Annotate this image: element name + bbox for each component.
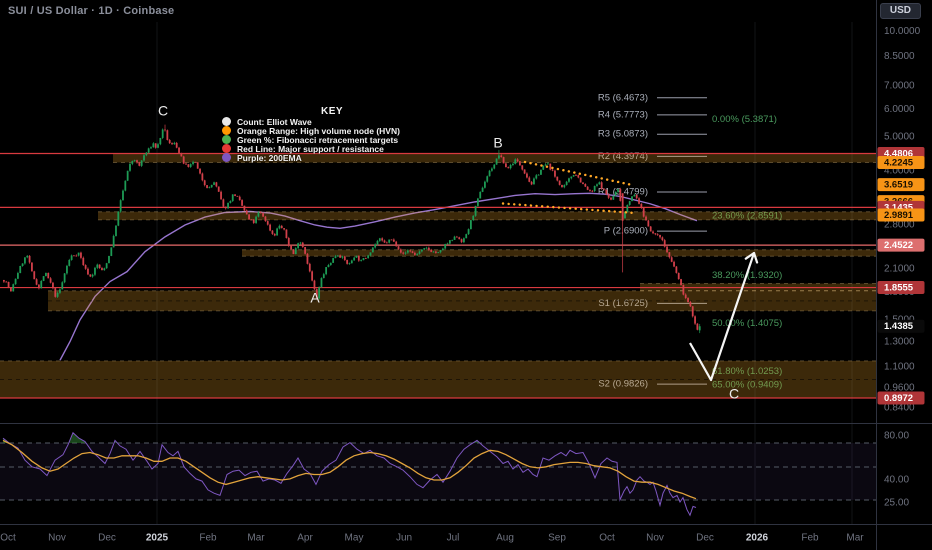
key-legend-dot-icon bbox=[222, 144, 231, 153]
key-legend-dot-icon bbox=[222, 135, 231, 144]
time-axis-label[interactable]: Mar bbox=[846, 533, 864, 544]
time-axis-scale[interactable] bbox=[0, 526, 932, 550]
time-axis-label[interactable]: Jul bbox=[447, 533, 460, 544]
price-level-badge: 1.8555 bbox=[884, 283, 914, 294]
current-price-badge: 1.4385 bbox=[884, 321, 914, 332]
key-legend-dot-icon bbox=[222, 126, 231, 135]
time-axis-label[interactable]: 2025 bbox=[146, 533, 169, 544]
key-legend-label: Purple: 200EMA bbox=[237, 153, 302, 163]
rsi-axis-label: 80.00 bbox=[884, 431, 909, 442]
time-axis-label[interactable]: Feb bbox=[801, 533, 819, 544]
price-axis-tick: 7.0000 bbox=[884, 80, 915, 91]
price-axis-tick: 6.0000 bbox=[884, 104, 915, 115]
fib-level-label: 50.00% (1.4075) bbox=[712, 318, 782, 329]
time-axis-label[interactable]: Aug bbox=[496, 533, 514, 544]
elliott-wave-letter: C bbox=[158, 103, 168, 119]
key-legend-dot-icon bbox=[222, 117, 231, 126]
time-axis-label[interactable]: Jun bbox=[396, 533, 412, 544]
elliott-wave-letter: A bbox=[310, 290, 320, 306]
pivot-level-label: R3 (5.0873) bbox=[598, 129, 648, 140]
key-legend-item: Purple: 200EMA bbox=[222, 153, 442, 162]
trading-chart-app: { "header": { "symbol_title": "SUI / US … bbox=[0, 0, 932, 550]
time-axis-label[interactable]: Sep bbox=[548, 533, 566, 544]
time-axis-label[interactable]: Oct bbox=[0, 533, 16, 544]
price-axis-tick: 1.3000 bbox=[884, 336, 915, 347]
chart-canvas[interactable]: R5 (6.4673)R4 (5.7773)R3 (5.0873)R2 (4.3… bbox=[0, 0, 932, 550]
pivot-level-label: R5 (6.4673) bbox=[598, 92, 648, 103]
hvn-band bbox=[242, 250, 877, 257]
time-axis-label[interactable]: Nov bbox=[48, 533, 66, 544]
price-axis-tick: 10.0000 bbox=[884, 26, 921, 37]
price-axis-tick: 5.0000 bbox=[884, 132, 915, 143]
time-axis-label[interactable]: Apr bbox=[297, 533, 313, 544]
key-legend: KEY Count: Elliot WaveOrange Range: High… bbox=[222, 106, 442, 162]
key-legend-rows: Count: Elliot WaveOrange Range: High vol… bbox=[222, 117, 442, 162]
time-axis-label[interactable]: Nov bbox=[646, 533, 664, 544]
price-axis-tick: 2.1000 bbox=[884, 263, 915, 274]
symbol-title: SUI / US Dollar · 1D · Coinbase bbox=[8, 5, 174, 17]
time-axis-label[interactable]: Dec bbox=[696, 533, 714, 544]
rsi-axis-label: 40.00 bbox=[884, 475, 909, 486]
price-level-badge: 2.9891 bbox=[884, 210, 914, 221]
price-level-badge: 3.6519 bbox=[884, 180, 913, 191]
time-axis-label[interactable]: 2026 bbox=[746, 533, 769, 544]
fib-level-label: 0.00% (5.3871) bbox=[712, 114, 777, 125]
elliott-wave-letter: B bbox=[493, 135, 502, 151]
rsi-band-fill bbox=[0, 443, 877, 500]
elliott-wave-letter: C bbox=[729, 386, 739, 402]
time-axis-label[interactable]: Mar bbox=[247, 533, 265, 544]
pivot-level-label: R4 (5.7773) bbox=[598, 109, 648, 120]
time-axis-label[interactable]: Oct bbox=[599, 533, 615, 544]
key-legend-title: KEY bbox=[222, 106, 442, 117]
price-level-badge: 0.8972 bbox=[884, 393, 913, 404]
price-level-badge: 2.4522 bbox=[884, 240, 913, 251]
time-axis-label[interactable]: Dec bbox=[98, 533, 116, 544]
key-legend-dot-icon bbox=[222, 153, 231, 162]
time-axis-label[interactable]: Feb bbox=[199, 533, 217, 544]
rsi-axis-label: 25.00 bbox=[884, 498, 909, 509]
price-axis-tick: 1.1000 bbox=[884, 362, 915, 373]
currency-button[interactable]: USD bbox=[880, 3, 921, 19]
pivot-level-label: P (2.6900) bbox=[604, 226, 648, 237]
hvn-band bbox=[98, 212, 877, 220]
time-axis-label[interactable]: May bbox=[345, 533, 364, 544]
price-axis-tick: 8.5000 bbox=[884, 51, 915, 62]
price-level-badge: 4.2245 bbox=[884, 157, 914, 168]
